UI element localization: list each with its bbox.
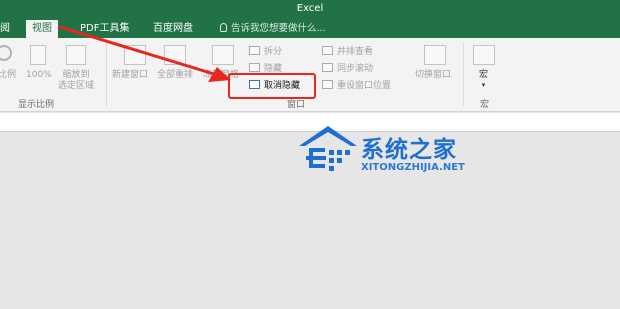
switch-windows-icon	[424, 45, 446, 65]
split-label: 拆分	[264, 47, 283, 57]
split-icon	[249, 46, 260, 55]
watermark: 系统之家 XITONGZHIJIA.NET	[295, 122, 470, 182]
tab-baidu-netdisk[interactable]: 百度网盘	[153, 20, 193, 38]
tell-me-placeholder: 告诉我您想要做什么...	[231, 23, 326, 34]
macros-button[interactable]: 宏 ▾	[479, 70, 488, 89]
app-title: Excel	[296, 3, 324, 14]
zoom-to-selection-icon	[66, 45, 86, 65]
annotation-highlight-box	[228, 73, 316, 99]
tab-review[interactable]: 阅	[0, 20, 10, 38]
title-bar: Excel	[0, 0, 620, 20]
lightbulb-icon	[220, 23, 227, 32]
macros-label: 宏	[479, 70, 489, 80]
reset-position-icon	[322, 80, 333, 89]
group-separator	[463, 42, 464, 106]
view-side-by-side-label: 并排查看	[337, 47, 374, 57]
view-side-by-side-button[interactable]: 并排查看	[322, 46, 373, 58]
chevron-down-icon: ▾	[481, 81, 486, 89]
tab-pdf-tools[interactable]: PDF工具集	[80, 20, 129, 38]
zoom-icon	[0, 45, 12, 61]
zoom-100-button[interactable]: 100%	[26, 70, 52, 81]
zoom-100-icon	[30, 45, 46, 65]
macros-group-label: 宏	[480, 100, 490, 110]
zoom-button[interactable]: 比例	[0, 70, 16, 81]
new-window-button[interactable]: 新建窗口	[112, 70, 148, 81]
arrange-all-icon	[164, 45, 186, 65]
switch-windows-button[interactable]: 切换窗口	[415, 70, 451, 81]
tab-view[interactable]: 视图	[26, 20, 58, 38]
zoom-to-selection-label-2: 选定区域	[58, 81, 95, 91]
reset-window-position-label: 重设窗口位置	[337, 81, 392, 91]
group-separator	[106, 42, 107, 106]
tell-me-search[interactable]: 告诉我您想要做什么...	[220, 20, 326, 38]
side-by-side-icon	[322, 46, 333, 55]
freeze-panes-icon	[212, 45, 234, 65]
zoom-group-label: 显示比例	[18, 100, 55, 110]
synchronous-scrolling-label: 同步滚动	[337, 64, 374, 74]
zoom-to-selection-button[interactable]: 缩放到 选定区域	[58, 70, 94, 92]
arrange-all-button[interactable]: 全部重排	[157, 70, 193, 81]
zoom-to-selection-label-1: 缩放到	[62, 70, 90, 80]
new-window-icon	[124, 45, 146, 65]
watermark-chinese-text: 系统之家	[361, 137, 457, 163]
sync-scroll-icon	[322, 63, 333, 72]
ribbon-tabs: 阅 视图 PDF工具集 百度网盘 告诉我您想要做什么...	[0, 20, 620, 38]
watermark-english-text: XITONGZHIJIA.NET	[361, 162, 465, 173]
reset-window-position-button[interactable]: 重设窗口位置	[322, 80, 391, 92]
house-logo-icon	[299, 126, 357, 171]
hide-icon	[249, 63, 260, 72]
macros-icon	[473, 45, 495, 65]
split-button[interactable]: 拆分	[249, 46, 282, 58]
synchronous-scrolling-button[interactable]: 同步滚动	[322, 63, 373, 75]
